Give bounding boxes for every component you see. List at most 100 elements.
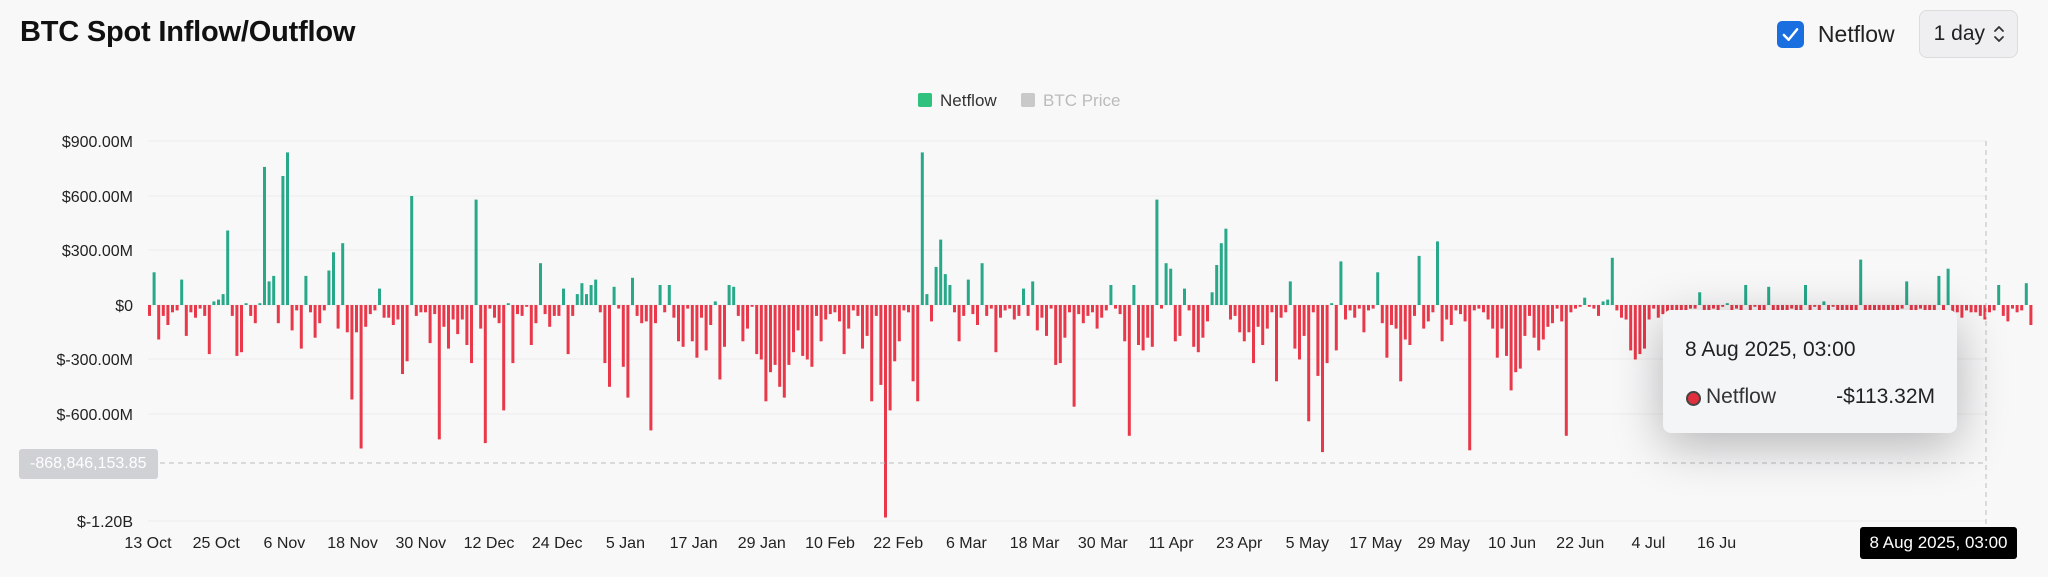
bar — [1040, 305, 1044, 318]
bar — [1937, 275, 1941, 305]
x-tick-label: 30 Nov — [395, 535, 446, 552]
bar — [433, 305, 437, 315]
bar — [1610, 257, 1614, 305]
bar — [1560, 305, 1564, 322]
bar — [787, 305, 791, 365]
bar — [1551, 305, 1554, 324]
bar — [621, 305, 625, 367]
bar — [1063, 305, 1067, 338]
bar — [1160, 305, 1163, 309]
bar — [1822, 301, 1826, 305]
tooltip-series-name: Netflow — [1706, 385, 1777, 408]
x-tick-label: 29 Jan — [738, 535, 786, 552]
bar — [1514, 305, 1518, 373]
bar — [345, 305, 349, 333]
bar — [1413, 305, 1416, 316]
legend-label-0: Netflow — [940, 91, 997, 110]
bar — [189, 305, 193, 313]
bar — [1426, 305, 1430, 322]
tooltip: 8 Aug 2025, 03:00 Netflow -$113.32M — [1663, 310, 1957, 433]
bar — [2015, 305, 2019, 313]
bar — [1192, 305, 1196, 347]
bar — [994, 305, 998, 353]
bar — [879, 305, 883, 385]
x-tick-label: 24 Dec — [532, 535, 583, 552]
bar — [1477, 305, 1481, 309]
x-tick-label: 22 Feb — [873, 535, 923, 552]
bar — [1652, 305, 1656, 309]
bar — [962, 305, 966, 316]
bar — [1974, 305, 1978, 313]
bar — [617, 305, 621, 309]
legend-swatch-1 — [1021, 93, 1035, 107]
bar — [552, 305, 556, 316]
bar — [1505, 305, 1508, 356]
x-tick-label: 23 Apr — [1216, 535, 1263, 552]
bar — [1233, 305, 1237, 316]
y-tick-label: $900.00M — [62, 134, 133, 151]
bar — [1302, 305, 1306, 336]
legend-label-1: BTC Price — [1043, 91, 1120, 110]
bar — [318, 305, 322, 324]
bar — [608, 305, 611, 387]
bar — [534, 305, 538, 324]
x-tick-label: 13 Oct — [124, 535, 172, 552]
bar — [1031, 281, 1035, 305]
bar — [805, 305, 809, 360]
bar — [1643, 305, 1646, 349]
bar — [930, 305, 933, 322]
bar — [957, 305, 961, 342]
y-tick-label: $0 — [115, 298, 133, 315]
bar — [782, 305, 786, 398]
bar — [727, 285, 731, 305]
hover-value-label: -868,846,153.85 — [19, 449, 158, 479]
bar — [1256, 305, 1260, 327]
bar — [1725, 303, 1729, 305]
bar — [851, 305, 855, 311]
bar — [207, 305, 211, 355]
bar — [1114, 305, 1117, 309]
bar — [336, 305, 340, 329]
bar — [212, 301, 216, 305]
bar — [465, 305, 469, 345]
netflow-chart[interactable]: Netflow BTC Price $900.00M $600.00M $300.00M… — [0, 0, 2048, 577]
bar — [1081, 305, 1085, 324]
bar — [1017, 305, 1021, 316]
bar — [847, 305, 851, 329]
bar — [152, 272, 156, 305]
bar — [1997, 285, 2001, 305]
bar — [258, 303, 262, 305]
bar — [1399, 305, 1403, 382]
bar — [644, 305, 648, 322]
tooltip-date: 8 Aug 2025, 03:00 — [1685, 338, 1856, 361]
bar — [1698, 292, 1702, 305]
bar — [985, 305, 989, 316]
y-tick-label: $-300.00M — [57, 352, 134, 369]
bar — [1183, 288, 1186, 305]
bar — [1367, 305, 1370, 311]
bar — [874, 305, 878, 316]
bar — [1353, 305, 1357, 318]
x-tick-label: 6 Nov — [264, 535, 306, 552]
x-tick-label: 17 Jan — [670, 535, 718, 552]
bar — [1408, 305, 1412, 345]
bar — [240, 305, 243, 353]
bar — [1339, 261, 1343, 305]
bar — [1150, 305, 1154, 347]
x-tick-label: 18 Nov — [327, 535, 378, 552]
bar — [1178, 305, 1182, 336]
bar — [364, 305, 368, 327]
bar — [497, 305, 501, 324]
bar — [1790, 305, 1794, 309]
bar — [1592, 305, 1596, 309]
bar — [1965, 305, 1968, 311]
bar — [999, 305, 1002, 318]
bar — [1247, 305, 1251, 333]
y-tick-label: $300.00M — [62, 243, 133, 260]
bar — [424, 305, 427, 313]
bar — [598, 305, 602, 313]
bar — [1900, 305, 1904, 309]
bar — [410, 196, 414, 305]
bar — [1196, 305, 1200, 353]
bar — [1123, 305, 1127, 342]
